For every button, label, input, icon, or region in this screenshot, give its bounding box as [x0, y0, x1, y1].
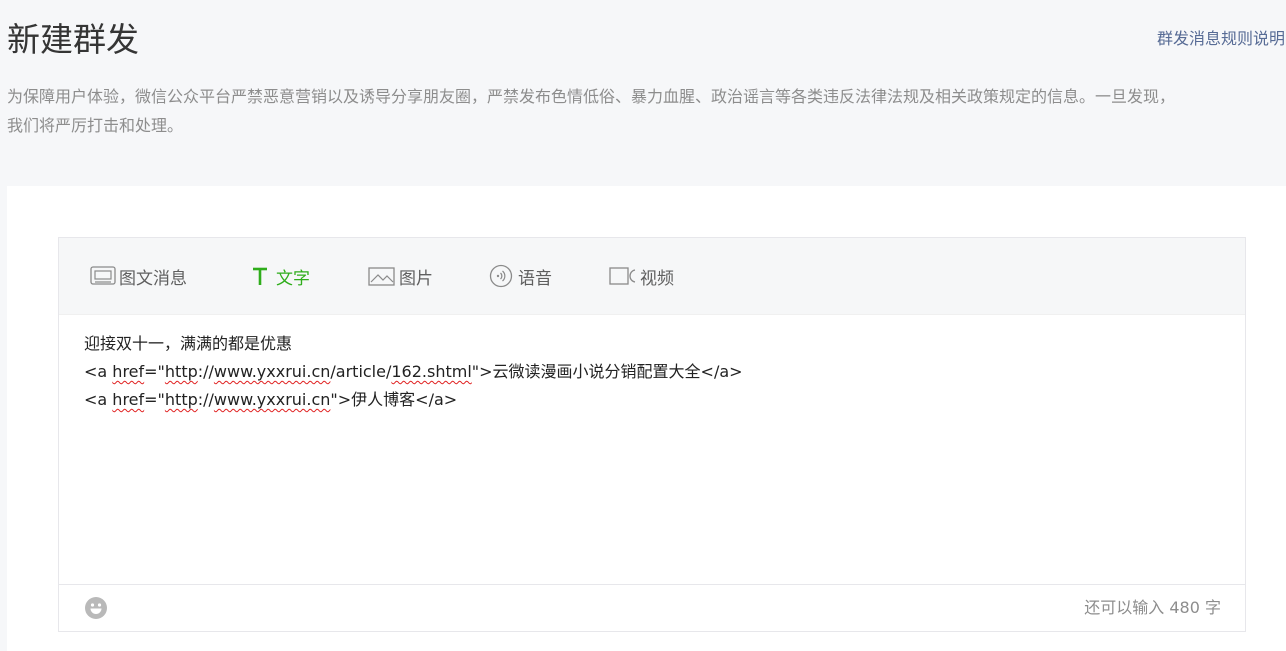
policy-notice-line: 我们将严厉打击和处理。: [7, 116, 184, 135]
text-fragment: ://: [197, 362, 214, 381]
editor-footer: 还可以输入 480 字: [59, 584, 1245, 631]
message-line: 迎接双十一，满满的都是优惠: [84, 334, 293, 353]
text-icon: [249, 265, 273, 287]
misspelled-word: 162.shtml: [391, 362, 472, 381]
tab-news[interactable]: 图文消息: [90, 264, 187, 289]
compose-card: 图文消息 文字 图片 语音 视频 迎接双十一，满满的都是优惠 <a href="…: [7, 186, 1286, 651]
char-counter: 还可以输入 480 字: [1084, 598, 1221, 617]
image-icon: [368, 265, 396, 287]
text-fragment: /article/: [330, 362, 392, 381]
misspelled-word: href: [112, 362, 145, 381]
tab-text[interactable]: 文字: [249, 264, 310, 289]
rules-link[interactable]: 群发消息规则说明: [1157, 28, 1285, 50]
text-fragment: ">伊人博客</a>: [330, 390, 458, 409]
text-fragment: =": [144, 390, 165, 409]
message-line: <a href="http://www.yxxrui.cn">伊人博客</a>: [84, 386, 1224, 414]
voice-icon: [489, 264, 515, 288]
tab-label: 文字: [276, 268, 310, 289]
policy-notice: 为保障用户体验，微信公众平台严禁恶意营销以及诱导分享朋友圈，严禁发布色情低俗、暴…: [7, 82, 1286, 142]
misspelled-word: href: [112, 390, 145, 409]
text-fragment: <a: [84, 362, 113, 381]
tab-label: 语音: [518, 268, 552, 289]
misspelled-word: http: [164, 362, 198, 381]
tab-image[interactable]: 图片: [368, 264, 433, 289]
page-title: 新建群发: [7, 20, 139, 59]
text-fragment: ">云微读漫画小说分销配置大全</a>: [471, 362, 743, 381]
text-fragment: ://: [197, 390, 214, 409]
message-text-area[interactable]: 迎接双十一，满满的都是优惠 <a href="http://www.yxxrui…: [84, 330, 1224, 414]
tab-label: 图文消息: [119, 268, 187, 289]
misspelled-word: www.yxxrui.cn: [213, 390, 331, 409]
text-fragment: =": [144, 362, 165, 381]
misspelled-word: www.yxxrui.cn: [213, 362, 331, 381]
smiley-icon[interactable]: [84, 596, 108, 620]
page: 新建群发 群发消息规则说明 为保障用户体验，微信公众平台严禁恶意营销以及诱导分享…: [0, 0, 1286, 651]
tab-label: 视频: [640, 268, 674, 289]
policy-notice-line: 为保障用户体验，微信公众平台严禁恶意营销以及诱导分享朋友圈，严禁发布色情低俗、暴…: [7, 87, 1176, 106]
misspelled-word: http: [164, 390, 198, 409]
message-type-tabs: 图文消息 文字 图片 语音 视频: [59, 238, 1245, 315]
tab-video[interactable]: 视频: [609, 264, 674, 289]
news-icon: [90, 265, 116, 287]
text-fragment: <a: [84, 390, 113, 409]
message-line: <a href="http://www.yxxrui.cn/article/16…: [84, 358, 1224, 386]
video-icon: [609, 265, 637, 287]
tab-label: 图片: [399, 268, 433, 289]
tab-voice[interactable]: 语音: [489, 264, 552, 289]
message-editor: 图文消息 文字 图片 语音 视频 迎接双十一，满满的都是优惠 <a href="…: [58, 237, 1246, 632]
